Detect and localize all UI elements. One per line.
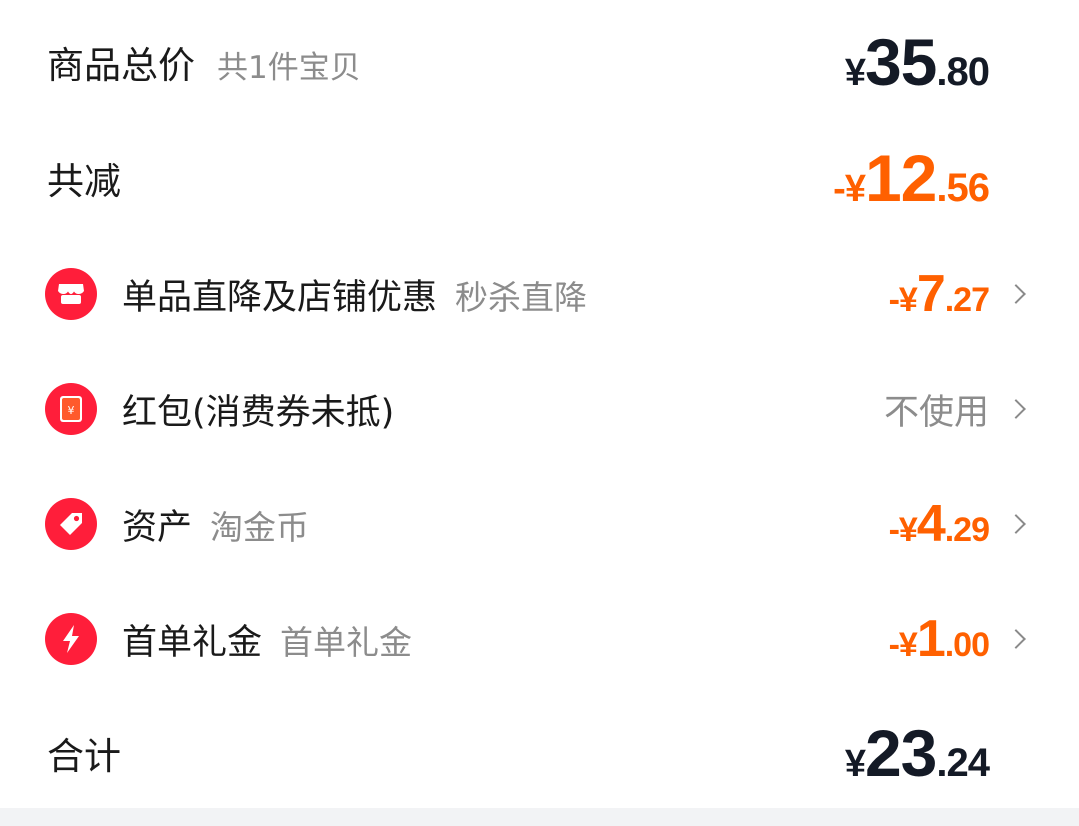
sum-row: 合计 ¥23.24 bbox=[0, 716, 1079, 790]
amount-decimal: .80 bbox=[936, 50, 990, 94]
item-count: 共1件宝贝 bbox=[217, 50, 361, 86]
currency-symbol: ¥ bbox=[844, 743, 866, 785]
assets-sub: 淘金币 bbox=[210, 507, 310, 547]
first-order-gift-amount: -¥ 1.00 bbox=[888, 609, 990, 669]
lightning-icon bbox=[45, 613, 97, 665]
discount-item-shop[interactable]: 单品直降及店铺优惠 秒杀直降 -¥ 7.27 bbox=[0, 264, 1079, 324]
discount-item-title: 单品直降及店铺优惠 bbox=[122, 277, 438, 318]
bottom-divider bbox=[0, 808, 1079, 826]
total-reduction-row: 共减 -¥ 12.56 bbox=[0, 141, 1079, 215]
sum-amount: ¥23.24 bbox=[844, 715, 990, 791]
total-price-amount: ¥35.80 bbox=[844, 24, 990, 100]
currency-symbol: -¥ bbox=[888, 626, 918, 664]
amount-decimal: .24 bbox=[936, 741, 990, 785]
chevron-right-icon[interactable] bbox=[1006, 284, 1026, 304]
currency-symbol: ¥ bbox=[844, 52, 866, 94]
amount-integer: 23 bbox=[864, 716, 937, 790]
assets-item[interactable]: 资产 淘金币 -¥ 4.29 bbox=[0, 494, 1079, 554]
amount-integer: 35 bbox=[864, 25, 937, 99]
assets-amount: -¥ 4.29 bbox=[888, 494, 990, 554]
first-order-gift-title: 首单礼金 bbox=[122, 622, 263, 663]
total-price-label: 商品总价 共1件宝贝 bbox=[47, 35, 361, 89]
first-order-gift-item[interactable]: 首单礼金 首单礼金 -¥ 1.00 bbox=[0, 609, 1079, 669]
chevron-right-icon[interactable] bbox=[1006, 514, 1026, 534]
amount-decimal: .27 bbox=[944, 281, 990, 319]
amount-integer: 7 bbox=[916, 265, 946, 323]
discount-item-label: 单品直降及店铺优惠 秒杀直降 bbox=[122, 269, 587, 320]
first-order-gift-sub: 首单礼金 bbox=[280, 622, 413, 662]
amount-integer: 1 bbox=[916, 610, 946, 668]
total-reduction-label: 共减 bbox=[47, 160, 121, 203]
currency-symbol: -¥ bbox=[833, 168, 866, 210]
amount-decimal: .00 bbox=[944, 626, 990, 664]
currency-symbol: -¥ bbox=[888, 281, 918, 319]
red-packet-status: 不使用 bbox=[883, 392, 989, 433]
amount-decimal: .29 bbox=[944, 511, 990, 549]
amount-decimal: .56 bbox=[936, 166, 990, 210]
total-price-title: 商品总价 bbox=[47, 44, 195, 87]
sum-label: 合计 bbox=[47, 735, 121, 778]
shop-icon bbox=[45, 268, 97, 320]
total-reduction-amount: -¥ 12.56 bbox=[833, 140, 990, 216]
currency-symbol: -¥ bbox=[888, 511, 918, 549]
svg-text:¥: ¥ bbox=[68, 404, 75, 417]
total-price-row: 商品总价 共1件宝贝 ¥35.80 bbox=[0, 25, 1079, 99]
amount-integer: 4 bbox=[916, 495, 946, 553]
first-order-gift-label: 首单礼金 首单礼金 bbox=[122, 614, 412, 665]
red-packet-icon: ¥ bbox=[45, 383, 97, 435]
discount-item-sub: 秒杀直降 bbox=[455, 277, 588, 317]
amount-integer: 12 bbox=[864, 141, 937, 215]
chevron-right-icon[interactable] bbox=[1006, 629, 1026, 649]
assets-title: 资产 bbox=[122, 507, 193, 548]
red-packet-label: 红包(消费券未抵) bbox=[122, 392, 395, 433]
discount-item-amount: -¥ 7.27 bbox=[888, 264, 990, 324]
tag-icon bbox=[45, 498, 97, 550]
red-packet-item[interactable]: ¥ 红包(消费券未抵) 不使用 bbox=[0, 381, 1079, 437]
chevron-right-icon[interactable] bbox=[1006, 399, 1026, 419]
assets-label: 资产 淘金币 bbox=[122, 499, 309, 550]
